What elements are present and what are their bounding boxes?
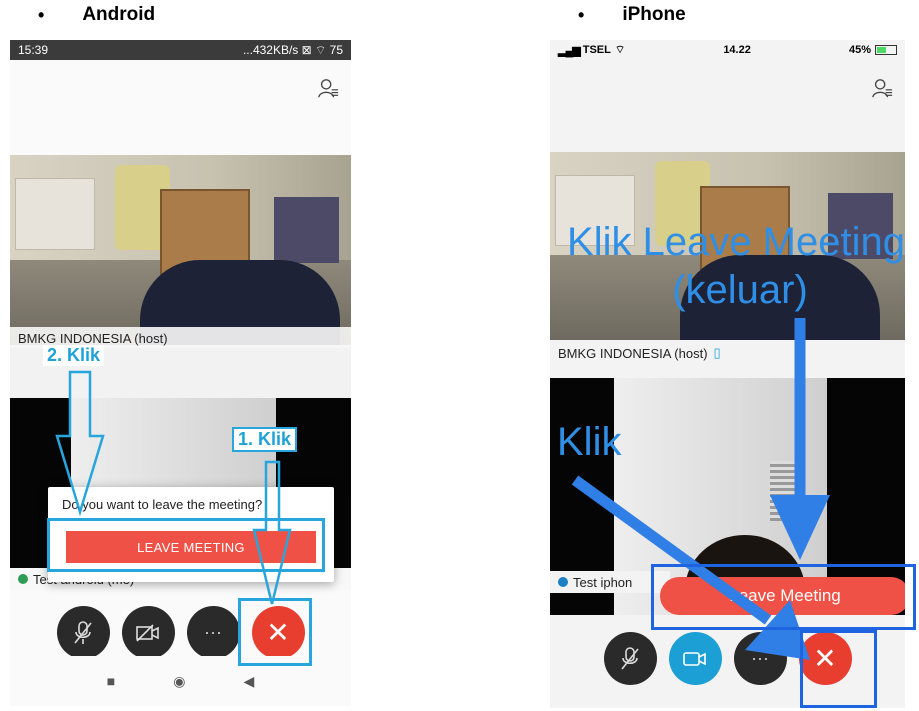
gap-area <box>10 348 351 398</box>
status-time: 14.22 <box>723 44 751 56</box>
signal-icon: ▂▄▆ <box>558 44 581 57</box>
mic-icon: ▯ <box>713 345 721 360</box>
battery-icon <box>875 45 897 55</box>
self-name: Test iphon <box>573 574 633 590</box>
meeting-top-bar <box>10 60 351 114</box>
end-call-button[interactable]: ✕ <box>251 606 305 659</box>
host-name-label: BMKG INDONESIA (host) <box>10 327 351 349</box>
status-dot-icon <box>18 574 28 584</box>
host-name: BMKG INDONESIA (host) <box>558 345 708 361</box>
video-toggle-button[interactable] <box>668 632 722 685</box>
video-toggle-button[interactable] <box>121 606 175 659</box>
status-time: 15:39 <box>18 43 49 57</box>
iphone-heading: • iPhone <box>578 4 686 26</box>
host-video <box>550 152 905 340</box>
meeting-top-bar <box>550 60 905 114</box>
video-camera-icon <box>683 651 706 666</box>
status-bar: ▂▄▆ TSEL ⌔ 14.22 45% <box>550 40 905 60</box>
more-button[interactable]: ··· <box>186 606 240 659</box>
home-button[interactable]: ◉ <box>173 673 185 690</box>
mute-button[interactable] <box>56 606 110 659</box>
bullet: • <box>578 4 585 25</box>
iphone-screenshot: ▂▄▆ TSEL ⌔ 14.22 45% BMKG INDONESIA (hos… <box>550 40 905 708</box>
wifi-icon: ⌔ <box>614 44 626 56</box>
participants-icon[interactable] <box>317 77 339 99</box>
self-name-label: Test iphon <box>550 571 670 593</box>
meeting-controls: ··· ✕ <box>10 606 351 659</box>
mute-button[interactable] <box>603 632 657 685</box>
status-battery: 45% <box>848 44 871 56</box>
status-bar: 15:39 ...432KB/s ⊠ ⌔ 75 <box>10 40 351 60</box>
recent-apps-button[interactable]: ■ <box>107 673 115 689</box>
status-carrier: TSEL <box>582 44 611 56</box>
android-heading: • Android <box>38 4 155 26</box>
mic-off-icon <box>74 620 92 644</box>
iphone-heading-text: iPhone <box>622 4 686 25</box>
leave-dialog-question: Do you want to leave the meeting? <box>62 497 263 512</box>
host-video <box>10 155 351 345</box>
android-screenshot: 15:39 ...432KB/s ⊠ ⌔ 75 BMKG INDONESIA (… <box>10 40 351 706</box>
android-nav-bar: ■ ◉ ◀ <box>10 656 351 706</box>
bullet: • <box>38 4 45 25</box>
mic-off-icon <box>621 646 639 669</box>
participants-icon[interactable] <box>871 77 893 99</box>
leave-meeting-button[interactable]: LEAVE MEETING <box>66 531 316 563</box>
meeting-controls: ··· ✕ <box>550 632 905 685</box>
end-call-button[interactable]: ✕ <box>798 632 852 685</box>
host-name: BMKG INDONESIA (host) <box>18 330 168 346</box>
status-dot-icon <box>558 577 568 587</box>
more-button[interactable]: ··· <box>733 632 787 685</box>
status-indicators: ...432KB/s ⊠ ⌔ 75 <box>242 42 343 57</box>
video-off-icon <box>136 623 159 642</box>
android-heading-text: Android <box>82 4 156 25</box>
host-name-label: BMKG INDONESIA (host) ▯ <box>550 342 905 364</box>
leave-meeting-button[interactable]: Leave Meeting <box>660 577 905 615</box>
back-button[interactable]: ◀ <box>243 673 254 690</box>
leave-dialog: Do you want to leave the meeting? LEAVE … <box>48 487 334 582</box>
